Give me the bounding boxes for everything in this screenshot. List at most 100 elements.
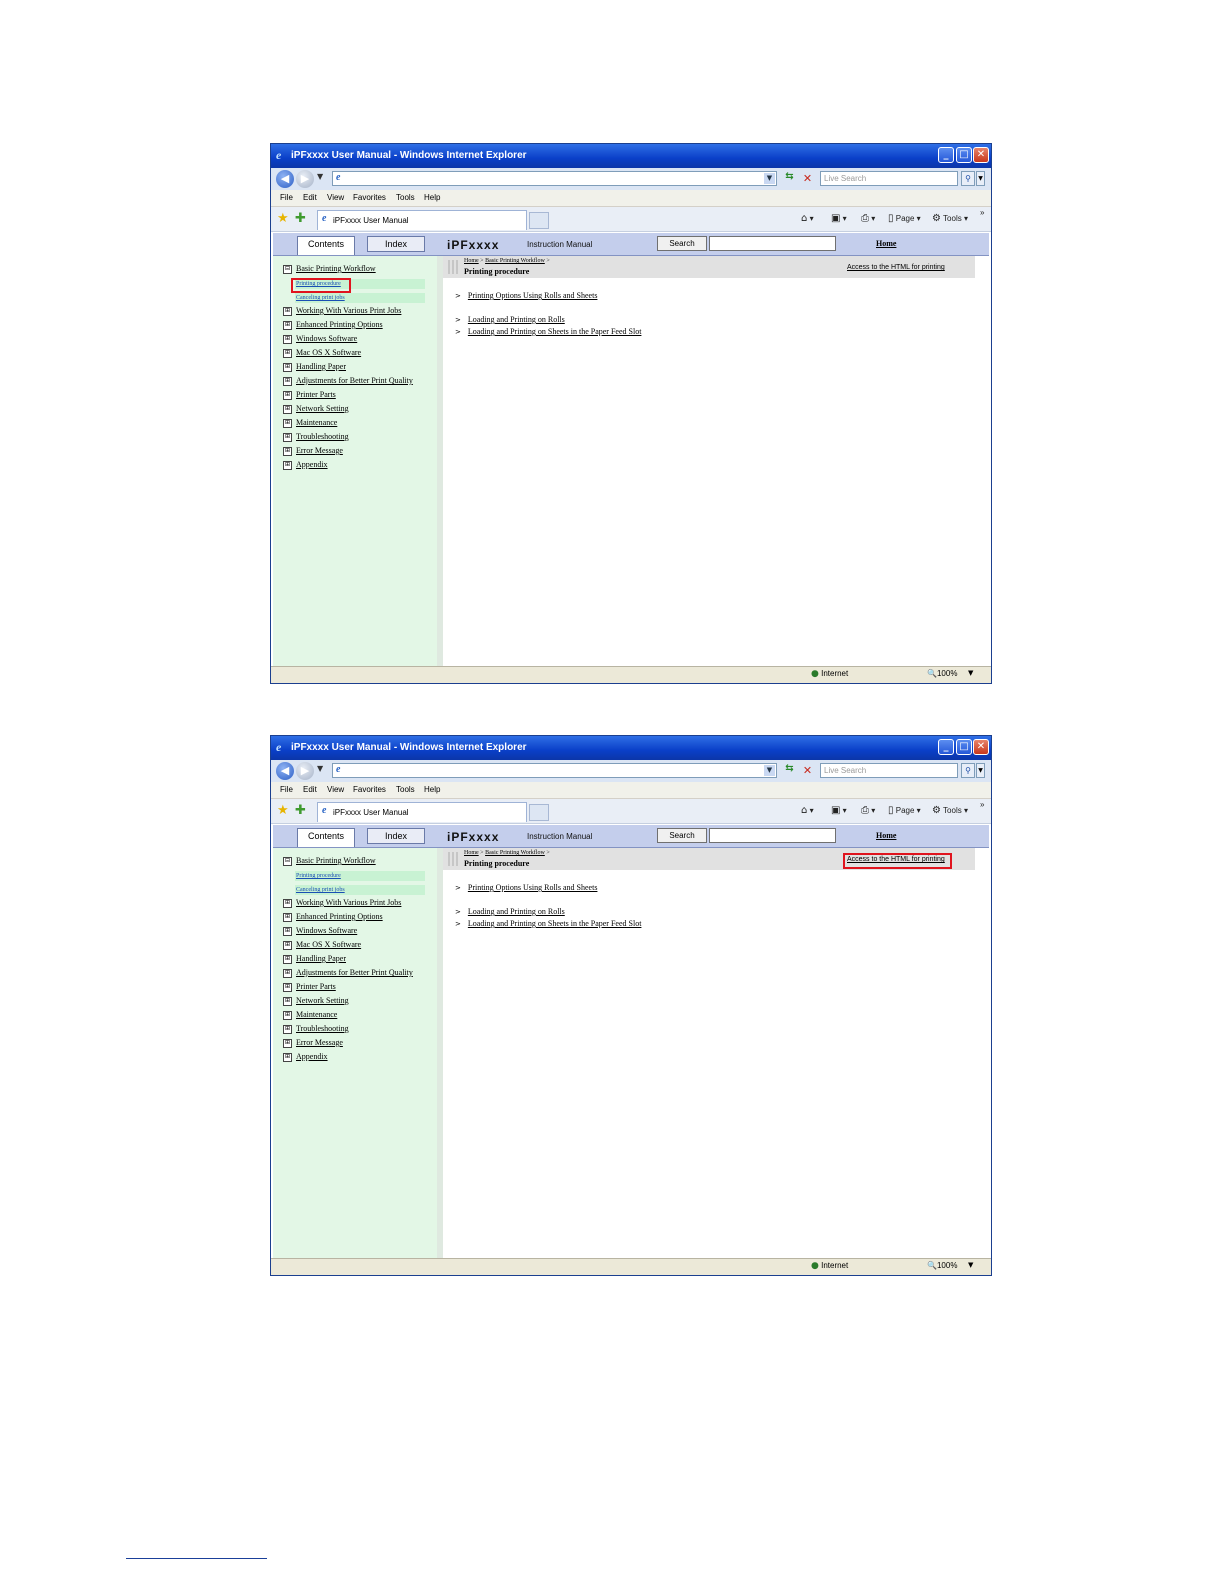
browser-tab[interactable]: e iPFxxxx User Manual bbox=[317, 802, 527, 822]
new-tab-button[interactable] bbox=[529, 212, 549, 229]
live-search-input[interactable]: Live Search bbox=[820, 171, 958, 186]
zoom-level[interactable]: 🔍100% bbox=[927, 1261, 957, 1270]
toc-item[interactable]: ⊞ Printer Parts bbox=[283, 390, 336, 400]
content-link[interactable]: > Printing Options Using Rolls and Sheets bbox=[455, 883, 597, 892]
toc-item[interactable]: ⊟ Basic Printing Workflow bbox=[283, 856, 376, 866]
search-icon[interactable]: ⚲ bbox=[961, 171, 975, 186]
home-link[interactable]: Home bbox=[876, 831, 896, 840]
breadcrumb-section[interactable]: Basic Printing Workflow bbox=[485, 850, 545, 856]
content-link[interactable]: > Loading and Printing on Rolls bbox=[455, 315, 565, 324]
menu-edit[interactable]: Edit bbox=[303, 193, 317, 202]
toc-item[interactable]: ⊟ Basic Printing Workflow bbox=[283, 264, 376, 274]
toc-subitem-canceling[interactable]: Canceling print jobs bbox=[295, 293, 425, 303]
add-favorite-icon[interactable]: ✚ bbox=[295, 803, 306, 818]
forward-button[interactable]: ▶ bbox=[296, 762, 314, 780]
print-icon[interactable]: ⎙ ▾ bbox=[861, 213, 875, 224]
toc-item[interactable]: ⊞ Maintenance bbox=[283, 418, 337, 428]
expand-icon[interactable]: ⊞ bbox=[283, 447, 292, 456]
content-link[interactable]: > Loading and Printing on Sheets in the P… bbox=[455, 327, 641, 336]
content-link[interactable]: > Printing Options Using Rolls and Sheets bbox=[455, 291, 597, 300]
toc-item[interactable]: ⊞ Windows Software bbox=[283, 334, 357, 344]
collapse-icon[interactable]: ⊟ bbox=[283, 265, 292, 274]
menu-help[interactable]: Help bbox=[424, 785, 440, 794]
menu-file[interactable]: File bbox=[280, 785, 293, 794]
collapse-icon[interactable]: ⊟ bbox=[283, 857, 292, 866]
toc-item[interactable]: ⊞ Troubleshooting bbox=[283, 1024, 349, 1034]
expand-icon[interactable]: ⊞ bbox=[283, 307, 292, 316]
stop-icon[interactable]: ✕ bbox=[800, 763, 815, 778]
menu-edit[interactable]: Edit bbox=[303, 785, 317, 794]
maximize-button[interactable]: □ bbox=[956, 147, 972, 163]
expand-icon[interactable]: ⊞ bbox=[283, 941, 292, 950]
expand-icon[interactable]: ⊞ bbox=[283, 913, 292, 922]
back-button[interactable]: ◀ bbox=[276, 762, 294, 780]
expand-icon[interactable]: ⊞ bbox=[283, 391, 292, 400]
add-favorite-icon[interactable]: ✚ bbox=[295, 211, 306, 226]
favorites-star-icon[interactable]: ★ bbox=[277, 803, 289, 818]
zoom-dropdown-icon[interactable]: ▼ bbox=[968, 669, 973, 677]
feeds-icon[interactable]: ▣ ▾ bbox=[831, 805, 847, 816]
expand-icon[interactable]: ⊞ bbox=[283, 335, 292, 344]
new-tab-button[interactable] bbox=[529, 804, 549, 821]
toc-subitem-printing-procedure[interactable]: Printing procedure bbox=[295, 871, 425, 881]
expand-icon[interactable]: ⊞ bbox=[283, 969, 292, 978]
search-icon[interactable]: ⚲ bbox=[961, 763, 975, 778]
toc-item[interactable]: ⊞ Error Message bbox=[283, 446, 343, 456]
menu-tools[interactable]: Tools bbox=[396, 193, 415, 202]
tools-menu[interactable]: ⚙ Tools ▾ bbox=[932, 805, 968, 816]
menu-favorites[interactable]: Favorites bbox=[353, 785, 386, 794]
menu-file[interactable]: File bbox=[280, 193, 293, 202]
chevron-more-icon[interactable]: » bbox=[980, 800, 984, 809]
expand-icon[interactable]: ⊞ bbox=[283, 1039, 292, 1048]
search-button[interactable]: Search bbox=[657, 236, 707, 251]
menu-tools[interactable]: Tools bbox=[396, 785, 415, 794]
address-bar[interactable]: e ▼ bbox=[332, 763, 777, 778]
breadcrumb-section[interactable]: Basic Printing Workflow bbox=[485, 258, 545, 264]
zoom-level[interactable]: 🔍100% bbox=[927, 669, 957, 678]
forward-button[interactable]: ▶ bbox=[296, 170, 314, 188]
tab-index[interactable]: Index bbox=[367, 828, 425, 844]
toc-item[interactable]: ⊞ Error Message bbox=[283, 1038, 343, 1048]
minimize-button[interactable]: _ bbox=[938, 147, 954, 163]
history-dropdown-icon[interactable]: ▼ bbox=[317, 764, 323, 773]
refresh-icon[interactable]: ⇆ bbox=[782, 763, 797, 778]
toc-item[interactable]: ⊞ Network Setting bbox=[283, 996, 349, 1006]
search-field[interactable] bbox=[709, 828, 836, 843]
expand-icon[interactable]: ⊞ bbox=[283, 1025, 292, 1034]
tab-contents[interactable]: Contents bbox=[297, 236, 355, 255]
content-link[interactable]: > Loading and Printing on Rolls bbox=[455, 907, 565, 916]
expand-icon[interactable]: ⊞ bbox=[283, 997, 292, 1006]
toc-item[interactable]: ⊞ Handling Paper bbox=[283, 362, 346, 372]
content-link[interactable]: > Loading and Printing on Sheets in the P… bbox=[455, 919, 641, 928]
maximize-button[interactable]: □ bbox=[956, 739, 972, 755]
tools-menu[interactable]: ⚙ Tools ▾ bbox=[932, 213, 968, 224]
toc-item[interactable]: ⊞ Mac OS X Software bbox=[283, 940, 361, 950]
expand-icon[interactable]: ⊞ bbox=[283, 461, 292, 470]
expand-icon[interactable]: ⊞ bbox=[283, 433, 292, 442]
page-menu[interactable]: ▯ Page ▾ bbox=[888, 805, 921, 816]
toc-item[interactable]: ⊞ Adjustments for Better Print Quality bbox=[283, 968, 413, 978]
home-icon[interactable]: ⌂ ▾ bbox=[801, 213, 814, 224]
zoom-dropdown-icon[interactable]: ▼ bbox=[968, 1261, 973, 1269]
expand-icon[interactable]: ⊞ bbox=[283, 349, 292, 358]
minimize-button[interactable]: _ bbox=[938, 739, 954, 755]
toc-subitem-canceling[interactable]: Canceling print jobs bbox=[295, 885, 425, 895]
expand-icon[interactable]: ⊞ bbox=[283, 927, 292, 936]
home-link[interactable]: Home bbox=[876, 239, 896, 248]
breadcrumb-home[interactable]: Home bbox=[464, 258, 479, 264]
history-dropdown-icon[interactable]: ▼ bbox=[317, 172, 323, 181]
address-dropdown-icon[interactable]: ▼ bbox=[764, 173, 775, 184]
browser-tab[interactable]: e iPFxxxx User Manual bbox=[317, 210, 527, 230]
toc-item[interactable]: ⊞ Troubleshooting bbox=[283, 432, 349, 442]
close-button[interactable]: ✕ bbox=[973, 739, 989, 755]
live-search-input[interactable]: Live Search bbox=[820, 763, 958, 778]
search-options-icon[interactable]: ▼ bbox=[976, 763, 985, 778]
toc-item[interactable]: ⊞ Mac OS X Software bbox=[283, 348, 361, 358]
toc-item[interactable]: ⊞ Network Setting bbox=[283, 404, 349, 414]
expand-icon[interactable]: ⊞ bbox=[283, 377, 292, 386]
toc-item[interactable]: ⊞ Enhanced Printing Options bbox=[283, 912, 383, 922]
close-button[interactable]: ✕ bbox=[973, 147, 989, 163]
address-bar[interactable]: e ▼ bbox=[332, 171, 777, 186]
toc-item[interactable]: ⊞ Handling Paper bbox=[283, 954, 346, 964]
expand-icon[interactable]: ⊞ bbox=[283, 1011, 292, 1020]
